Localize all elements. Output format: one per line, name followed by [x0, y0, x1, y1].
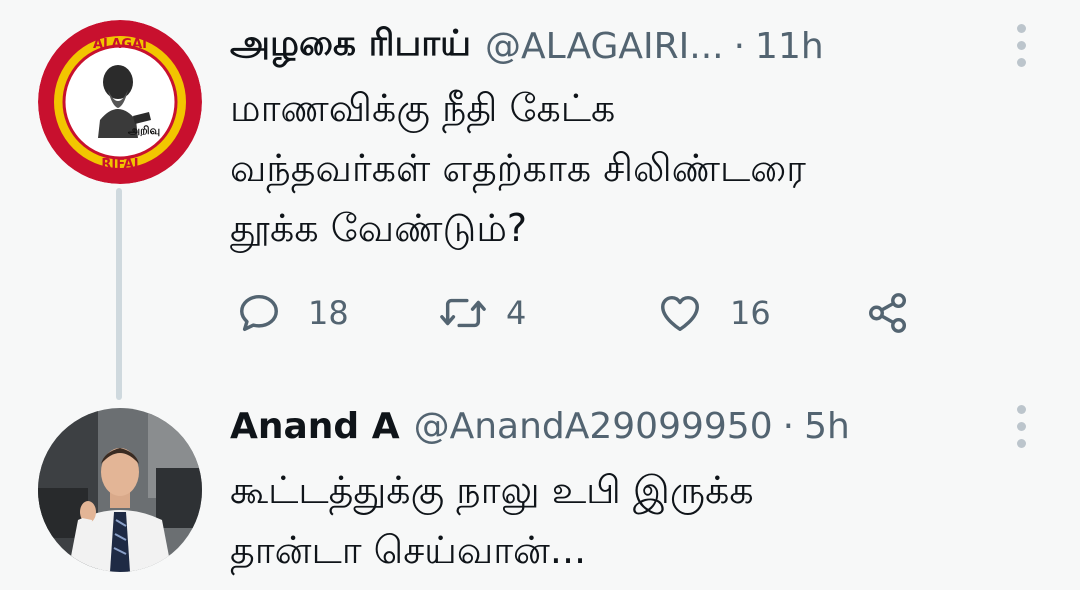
- tweet-1-timestamp[interactable]: 11h: [755, 26, 824, 67]
- like-button[interactable]: 16: [656, 288, 771, 338]
- logo-text-center: அறிவு: [128, 124, 160, 137]
- tweet-1-handle[interactable]: @ALAGAIRI...: [485, 26, 724, 67]
- reply-count: 18: [308, 294, 349, 332]
- logo-text-bottom: RIFAI: [101, 157, 138, 172]
- thread-connector-line: [116, 188, 122, 400]
- reply-icon: [240, 294, 278, 332]
- like-icon: [661, 295, 699, 332]
- tweet-2-separator: ·: [782, 405, 795, 447]
- tweet-1-separator: ·: [733, 25, 746, 67]
- alagai-rifai-logo: ALAGAI RIFAI அறிவு: [38, 20, 202, 184]
- like-count: 16: [730, 294, 771, 332]
- tweet-2-timestamp[interactable]: 5h: [804, 406, 850, 447]
- retweet-count: 4: [506, 294, 527, 332]
- retweet-button[interactable]: 4: [438, 288, 526, 338]
- tweet-1-display-name[interactable]: அழகை ரிபாய்: [230, 23, 471, 69]
- retweet-icon: [440, 298, 486, 328]
- tweet-2-handle[interactable]: @AnandA29099950: [414, 406, 773, 447]
- logo-text-top: ALAGAI: [93, 37, 147, 52]
- reply-button[interactable]: 18: [236, 288, 349, 338]
- share-button[interactable]: [864, 288, 912, 338]
- tweet-1-text: மாணவிக்கு நீதி கேட்க வந்தவர்கள் எதற்காக …: [230, 78, 806, 258]
- tweet-1-line-2: வந்தவர்கள் எதற்காக சிலிண்டரை: [230, 146, 806, 190]
- tweet-2-header: Anand A @AnandA29099950 · 5h: [230, 398, 850, 454]
- tweet-2-display-name[interactable]: Anand A: [230, 406, 400, 447]
- tweet-1-header: அழகை ரிபாய் @ALAGAIRI... · 11h: [230, 18, 824, 74]
- share-icon: [869, 293, 907, 333]
- tweet-1-line-1: மாணவிக்கு நீதி கேட்க: [230, 86, 616, 130]
- avatar-alagai-rifai[interactable]: ALAGAI RIFAI அறிவு: [38, 20, 202, 184]
- tweet-1-more-icon[interactable]: [1014, 24, 1028, 67]
- tweet-2-line-2: தான்டா செய்வான்...: [230, 528, 587, 572]
- tweet-2-line-1: கூட்டத்துக்கு நாலு உபி இருக்க: [230, 468, 754, 512]
- tweet-1-line-3: தூக்க வேண்டும்?: [230, 206, 528, 250]
- anand-a-photo: [38, 408, 202, 572]
- avatar-anand-a[interactable]: [38, 408, 202, 572]
- tweet-2-text: கூட்டத்துக்கு நாலு உபி இருக்க தான்டா செய…: [230, 460, 754, 580]
- tweet-2-more-icon[interactable]: [1014, 405, 1028, 448]
